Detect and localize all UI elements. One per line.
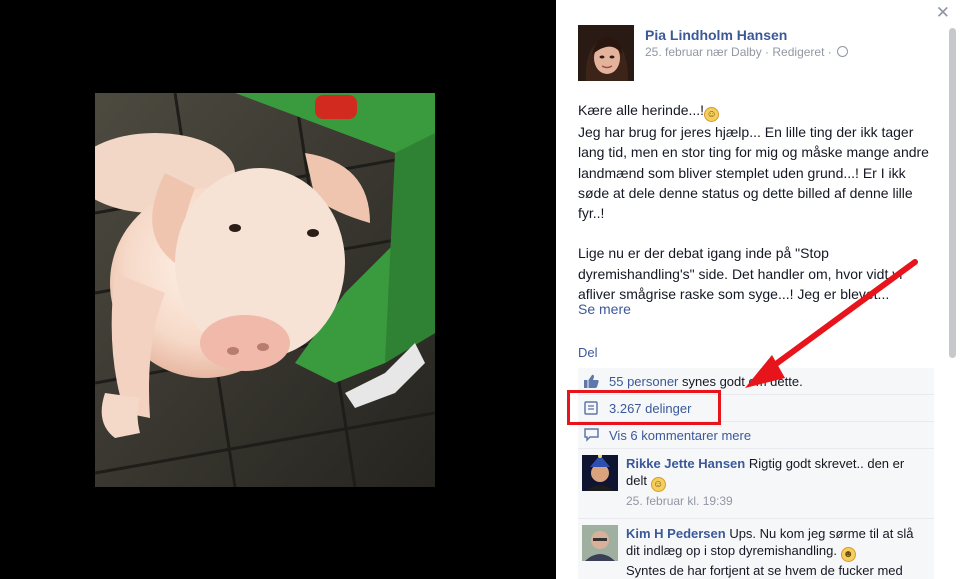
commenter-name[interactable]: Kim H Pedersen [626,526,726,541]
post-text: Kære alle herinde...! ☺ Jeg har brug for … [578,100,938,304]
close-icon[interactable]: ✕ [936,4,950,22]
post-paragraph-1-body: Jeg har brug for jeres hjælp... En lille… [578,124,929,222]
comment-item: Kim H Pedersen Ups. Nu kom jeg sørme til… [578,519,934,579]
avatar[interactable] [578,25,634,81]
view-more-comments-link[interactable]: Vis 6 kommentarer mere [609,428,751,443]
scrollbar[interactable] [949,28,956,358]
comment-body: Rikke Jette Hansen Rigtig godt skrevet..… [626,455,926,492]
photo-stage [0,0,556,579]
tongue-emoji-icon: ☻ [840,547,856,562]
globe-icon[interactable] [837,46,849,57]
comment-item: Rikke Jette Hansen Rigtig godt skrevet..… [578,449,934,519]
post-greeting: Kære alle herinde...! [578,102,705,118]
post-paragraph-2: Lige nu er der debat igang inde på "Stop… [578,245,903,303]
smile-emoji-icon: ☺ [650,477,666,492]
likes-count-link[interactable]: 55 personer [609,374,678,389]
commenter-avatar[interactable] [582,525,618,561]
post-timestamp[interactable]: 25. februar nær Dalby · Redigeret · [645,45,832,59]
comment-bubble-icon [584,428,599,442]
commenter-name[interactable]: Rikke Jette Hansen [626,456,745,471]
view-comments-row: Vis 6 kommentarer mere [578,422,934,449]
share-action-link[interactable]: Del [578,345,598,360]
comment-body: Kim H Pedersen Ups. Nu kom jeg sørme til… [626,525,926,579]
post-meta: 25. februar nær Dalby · Redigeret · [645,45,849,59]
post-photo[interactable] [95,93,435,487]
annotation-highlight-box [567,390,721,425]
thumbs-up-icon [584,374,599,388]
likes-suffix: synes godt om dette. [678,374,803,389]
comment-timestamp[interactable]: 25. februar kl. 19:39 [626,493,926,510]
post-header: Pia Lindholm Hansen 25. februar nær Dalb… [578,25,938,81]
see-more-link[interactable]: Se mere [578,301,631,317]
comment-text-continued: Syntes de har fortjent at se hvem de fuc… [626,563,903,578]
smile-emoji-icon: ☺ [704,107,720,122]
post-side-panel: ✕ Pia Lindholm Hansen 25. februar nær Da… [556,0,960,579]
commenter-avatar[interactable] [582,455,618,491]
post-author-name[interactable]: Pia Lindholm Hansen [645,27,787,43]
post-paragraph-1: Kære alle herinde...! ☺ [578,100,938,122]
